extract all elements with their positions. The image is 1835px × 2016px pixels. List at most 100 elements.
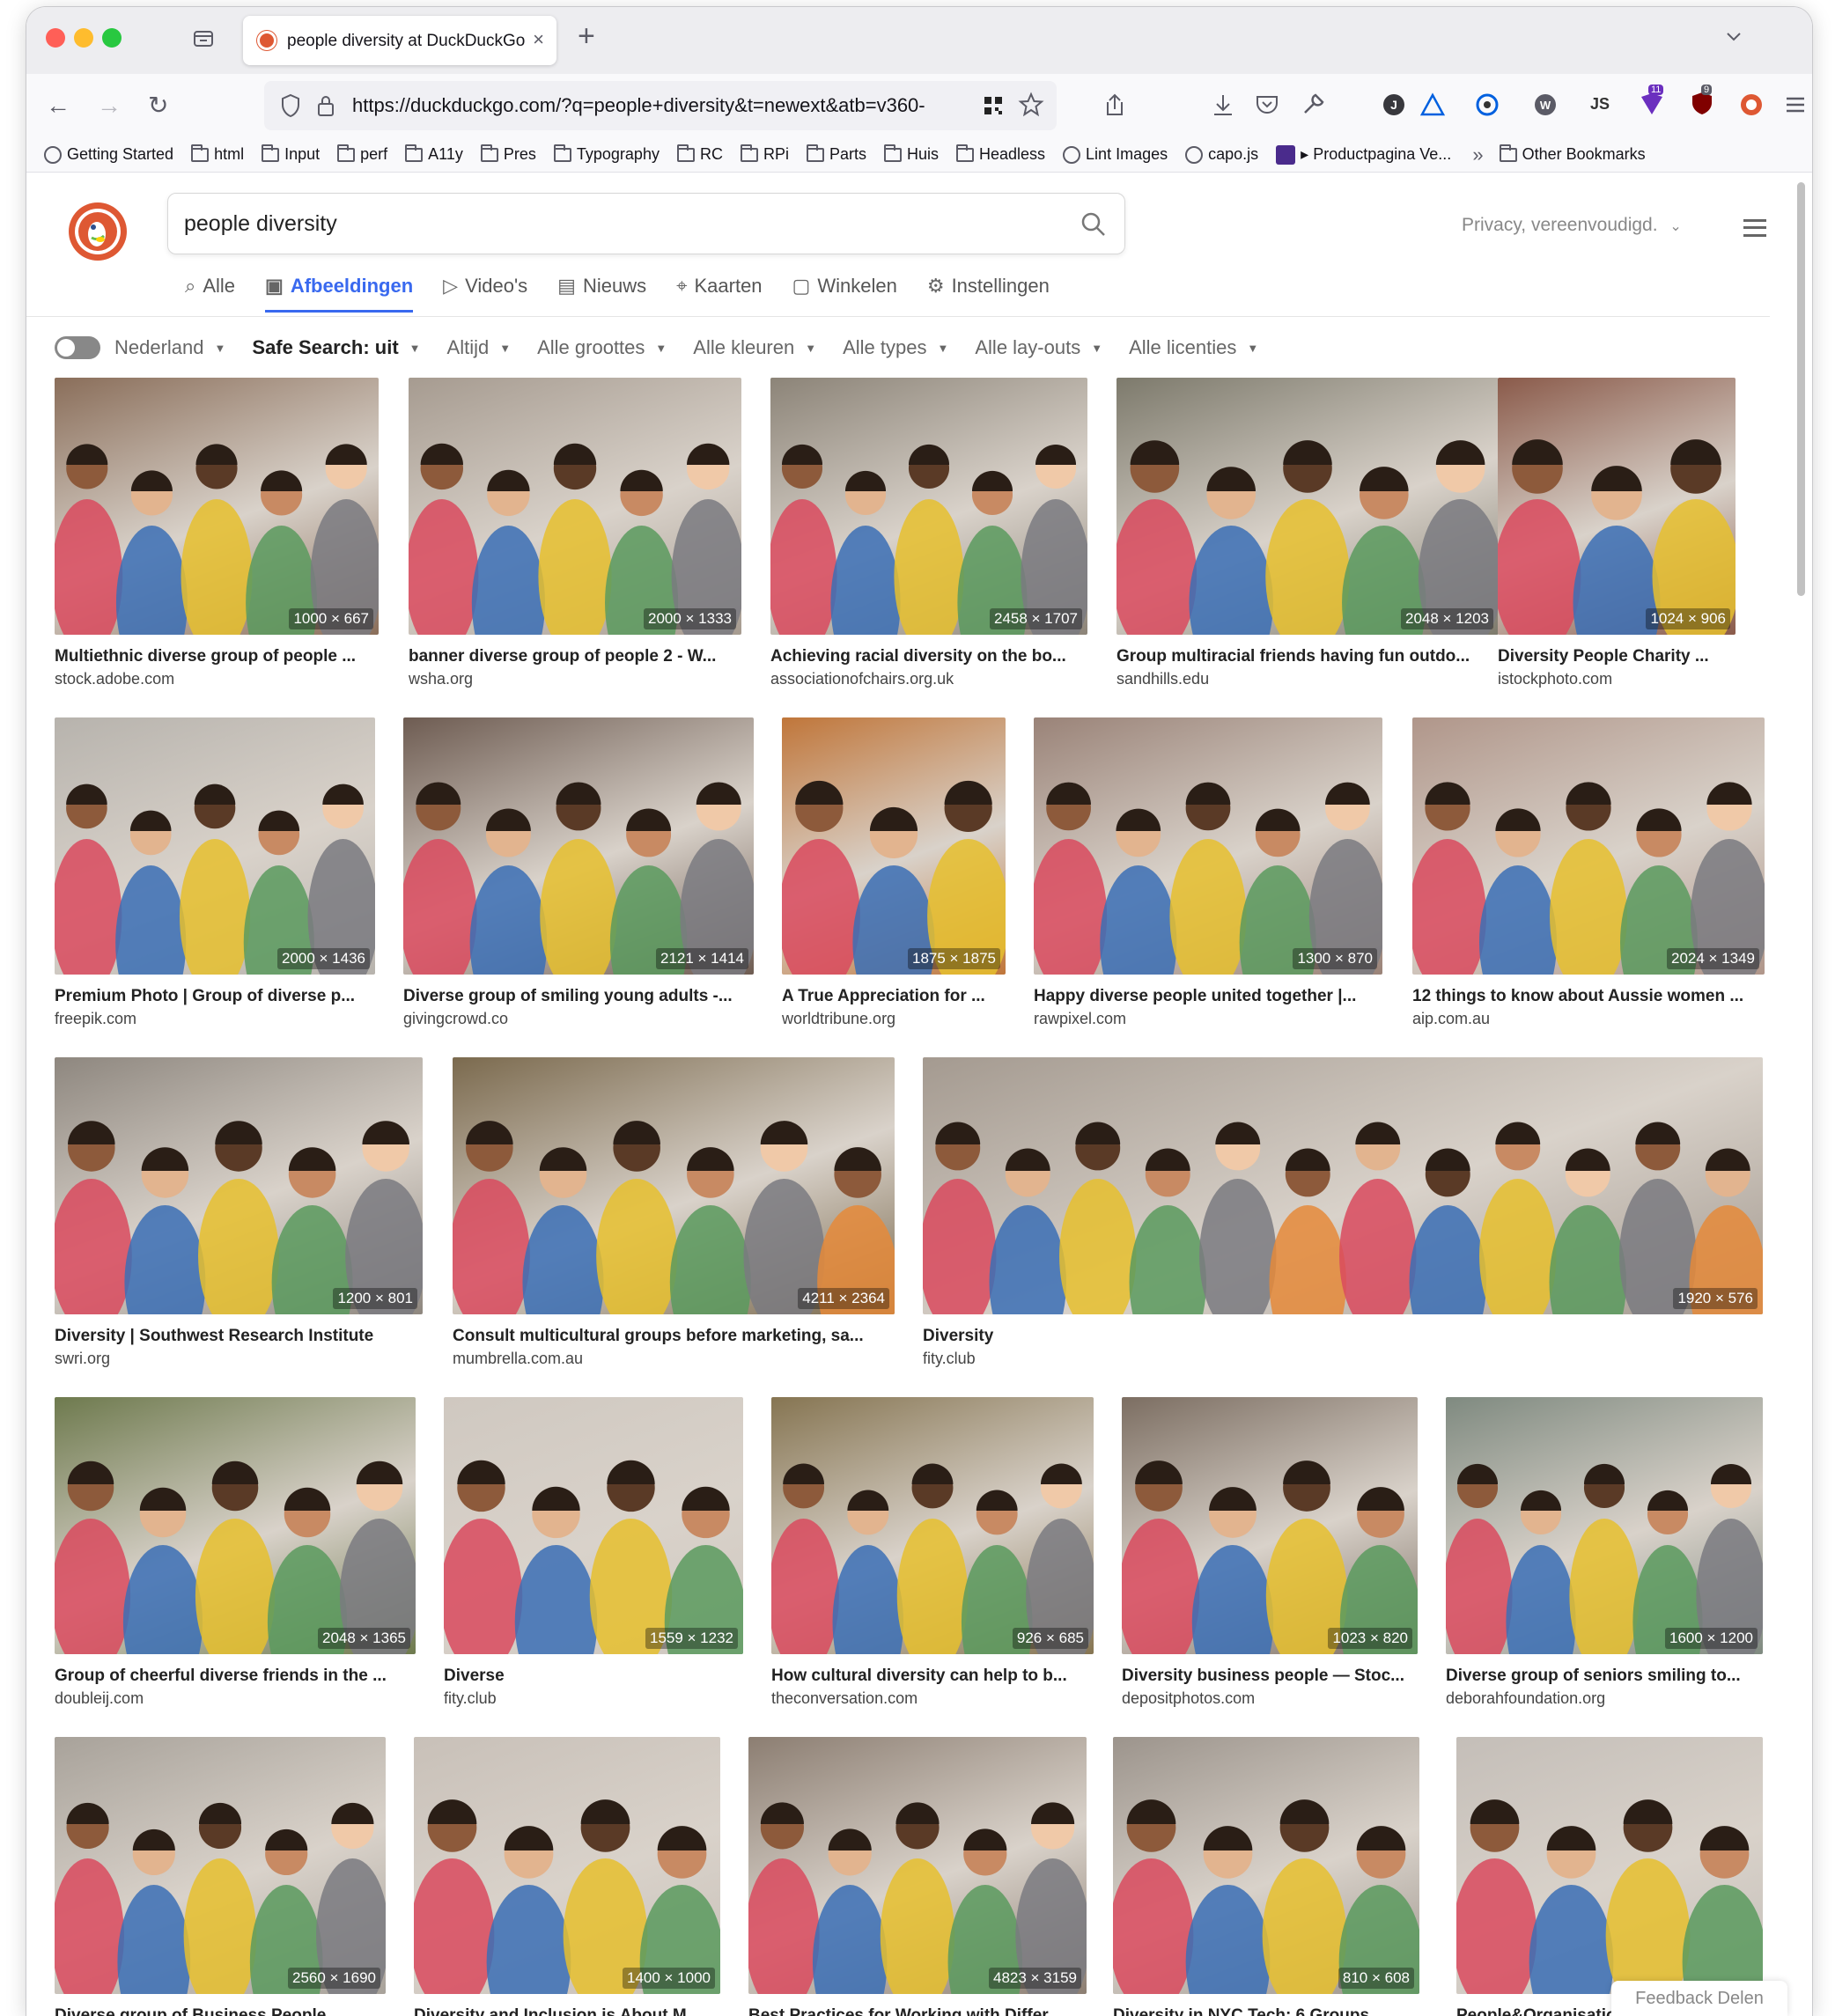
privacy-dropdown[interactable]: Privacy, vereenvoudigd. ⌄: [1462, 215, 1682, 236]
bookmark-item[interactable]: Input: [262, 143, 320, 164]
image-result[interactable]: 1200 × 801 Diversity | Southwest Research…: [55, 1057, 423, 1371]
result-source[interactable]: aip.com.au: [1412, 1010, 1765, 1028]
result-source[interactable]: depositphotos.com: [1122, 1689, 1418, 1708]
image-result[interactable]: 1559 × 1232 Diverse fity.club: [444, 1397, 743, 1711]
tab-videos[interactable]: ▷ Video's: [443, 267, 527, 305]
close-tab-icon[interactable]: ×: [533, 28, 544, 51]
result-thumbnail[interactable]: 4211 × 2364: [453, 1057, 895, 1314]
result-title[interactable]: Diversity business people — Stoc...: [1122, 1667, 1418, 1686]
image-result[interactable]: 2048 × 1203 Group multiracial friends hav…: [1116, 378, 1499, 691]
result-thumbnail[interactable]: 2121 × 1414: [403, 717, 754, 975]
ublock-icon[interactable]: 9: [1689, 85, 1717, 118]
maximize-window-button[interactable]: [102, 28, 122, 48]
result-thumbnail[interactable]: 4823 × 3159: [748, 1737, 1087, 1994]
bookmark-item[interactable]: A11y: [405, 143, 463, 164]
region-toggle[interactable]: [55, 336, 100, 359]
result-thumbnail[interactable]: 2458 × 1707: [770, 378, 1087, 635]
result-source[interactable]: worldtribune.org: [782, 1010, 1006, 1028]
search-input[interactable]: people diversity: [184, 211, 337, 237]
scrollbar-thumb[interactable]: [1797, 182, 1805, 596]
result-thumbnail[interactable]: 2024 × 1349: [1412, 717, 1765, 975]
back-arrow-icon[interactable]: ←: [46, 90, 70, 121]
result-title[interactable]: Diversity People Charity ...: [1498, 647, 1736, 666]
bookmark-item[interactable]: Typography: [553, 143, 660, 164]
bookmark-item[interactable]: perf: [337, 143, 387, 164]
scrollbar[interactable]: [1794, 173, 1807, 2016]
menu-icon[interactable]: [1743, 219, 1766, 237]
ddg-extension-icon[interactable]: [1738, 92, 1765, 118]
search-icon[interactable]: [1080, 211, 1107, 238]
bookmark-item[interactable]: Lint Images: [1063, 145, 1168, 164]
result-title[interactable]: Premium Photo | Group of diverse p...: [55, 987, 375, 1006]
result-thumbnail[interactable]: 2000 × 1436: [55, 717, 375, 975]
result-thumbnail[interactable]: 1000 × 667: [55, 378, 379, 635]
result-source[interactable]: fity.club: [444, 1689, 743, 1708]
duckduckgo-logo[interactable]: [69, 202, 127, 261]
image-result[interactable]: 1600 × 1200 Diverse group of seniors smil…: [1446, 1397, 1763, 1711]
color-picker-icon[interactable]: [1474, 92, 1500, 118]
image-result[interactable]: 1875 × 1875 A True Appreciation for ... wo…: [782, 717, 1006, 1031]
tab-maps[interactable]: ⌖ Kaarten: [676, 267, 762, 305]
result-title[interactable]: How cultural diversity can help to b...: [771, 1667, 1094, 1686]
image-result[interactable]: 2000 × 1333 banner diverse group of peopl…: [409, 378, 741, 691]
result-thumbnail[interactable]: 1023 × 820: [1122, 1397, 1418, 1654]
result-thumbnail[interactable]: 1600 × 1200: [1446, 1397, 1763, 1654]
result-thumbnail[interactable]: 2048 × 1365: [55, 1397, 416, 1654]
result-title[interactable]: Diverse group of smiling young adults -.…: [403, 987, 754, 1006]
result-title[interactable]: Best Practices for Working with Differ..…: [748, 2006, 1087, 2016]
image-result[interactable]: 1024 × 906 Diversity People Charity ... is…: [1498, 378, 1736, 691]
image-result[interactable]: 2458 × 1707 Achieving racial diversity on…: [770, 378, 1087, 691]
result-title[interactable]: Diversity and Inclusion is About M...: [414, 2006, 720, 2016]
result-thumbnail[interactable]: 1200 × 801: [55, 1057, 423, 1314]
result-title[interactable]: Diverse group of Business People: [55, 2006, 386, 2016]
result-source[interactable]: rawpixel.com: [1034, 1010, 1382, 1028]
filter-dropdown[interactable]: Safe Search: uit ▼: [252, 336, 420, 359]
result-title[interactable]: Diverse group of seniors smiling to...: [1446, 1667, 1763, 1686]
result-thumbnail[interactable]: 810 × 608: [1113, 1737, 1419, 1994]
image-result[interactable]: 926 × 685 How cultural diversity can help…: [771, 1397, 1094, 1711]
result-thumbnail[interactable]: 926 × 685: [771, 1397, 1094, 1654]
result-thumbnail[interactable]: 1300 × 870: [1034, 717, 1382, 975]
result-title[interactable]: 12 things to know about Aussie women ...: [1412, 987, 1765, 1006]
tab-settings[interactable]: ⚙ Instellingen: [927, 267, 1050, 305]
image-result[interactable]: 810 × 608 Diversity in NYC Tech: 6 Groups…: [1113, 1737, 1419, 2016]
image-result[interactable]: 1300 × 870 Happy diverse people united to…: [1034, 717, 1382, 1031]
result-thumbnail[interactable]: 1400 × 1000: [414, 1737, 720, 1994]
new-tab-button[interactable]: +: [578, 19, 595, 54]
image-result[interactable]: 2024 × 1349 12 things to know about Aussi…: [1412, 717, 1765, 1031]
tab-overview-icon[interactable]: [190, 25, 217, 51]
result-source[interactable]: sandhills.edu: [1116, 670, 1499, 688]
result-title[interactable]: Group of cheerful diverse friends in the…: [55, 1667, 416, 1686]
image-result[interactable]: 2048 × 1365 Group of cheerful diverse fri…: [55, 1397, 416, 1711]
result-source[interactable]: wsha.org: [409, 670, 741, 688]
image-result[interactable]: 2000 × 1436 Premium Photo | Group of dive…: [55, 717, 375, 1031]
filter-dropdown[interactable]: Alle types ▼: [843, 336, 948, 359]
result-thumbnail[interactable]: 2048 × 1203: [1116, 378, 1499, 635]
result-source[interactable]: deborahfoundation.org: [1446, 1689, 1763, 1708]
other-bookmarks[interactable]: Other Bookmarks: [1499, 143, 1646, 164]
tab-news[interactable]: ▤ Nieuws: [557, 267, 646, 305]
result-source[interactable]: theconversation.com: [771, 1689, 1094, 1708]
bookmark-item[interactable]: capo.js: [1185, 145, 1258, 164]
result-source[interactable]: doubleij.com: [55, 1689, 416, 1708]
image-result[interactable]: 2560 × 1690 Diverse group of Business Peo…: [55, 1737, 386, 2016]
bookmark-item[interactable]: Pres: [480, 143, 536, 164]
result-thumbnail[interactable]: 2000 × 1333: [409, 378, 741, 635]
forward-arrow-icon[interactable]: →: [97, 90, 122, 121]
bookmark-item[interactable]: Huis: [883, 143, 939, 164]
result-title[interactable]: Diversity: [923, 1327, 1763, 1346]
result-thumbnail[interactable]: 1920 × 576: [923, 1057, 1763, 1314]
chevron-down-icon[interactable]: [1726, 28, 1742, 44]
search-box[interactable]: people diversity: [167, 193, 1125, 254]
reload-icon[interactable]: ↻: [148, 90, 168, 121]
result-title[interactable]: Group multiracial friends having fun out…: [1116, 647, 1499, 666]
bookmark-item[interactable]: ▸ Productpagina Ve...: [1276, 144, 1451, 165]
result-title[interactable]: Diversity | Southwest Research Institute: [55, 1327, 423, 1346]
extension-j-icon[interactable]: J: [1381, 92, 1407, 118]
bookmarks-overflow-icon[interactable]: »: [1472, 143, 1483, 166]
extension-purple-icon[interactable]: 11: [1638, 85, 1666, 118]
result-title[interactable]: Multiethnic diverse group of people ...: [55, 647, 379, 666]
result-title[interactable]: Diverse: [444, 1667, 743, 1686]
image-result[interactable]: 1920 × 576 Diversity fity.club: [923, 1057, 1763, 1371]
result-source[interactable]: fity.club: [923, 1350, 1763, 1368]
